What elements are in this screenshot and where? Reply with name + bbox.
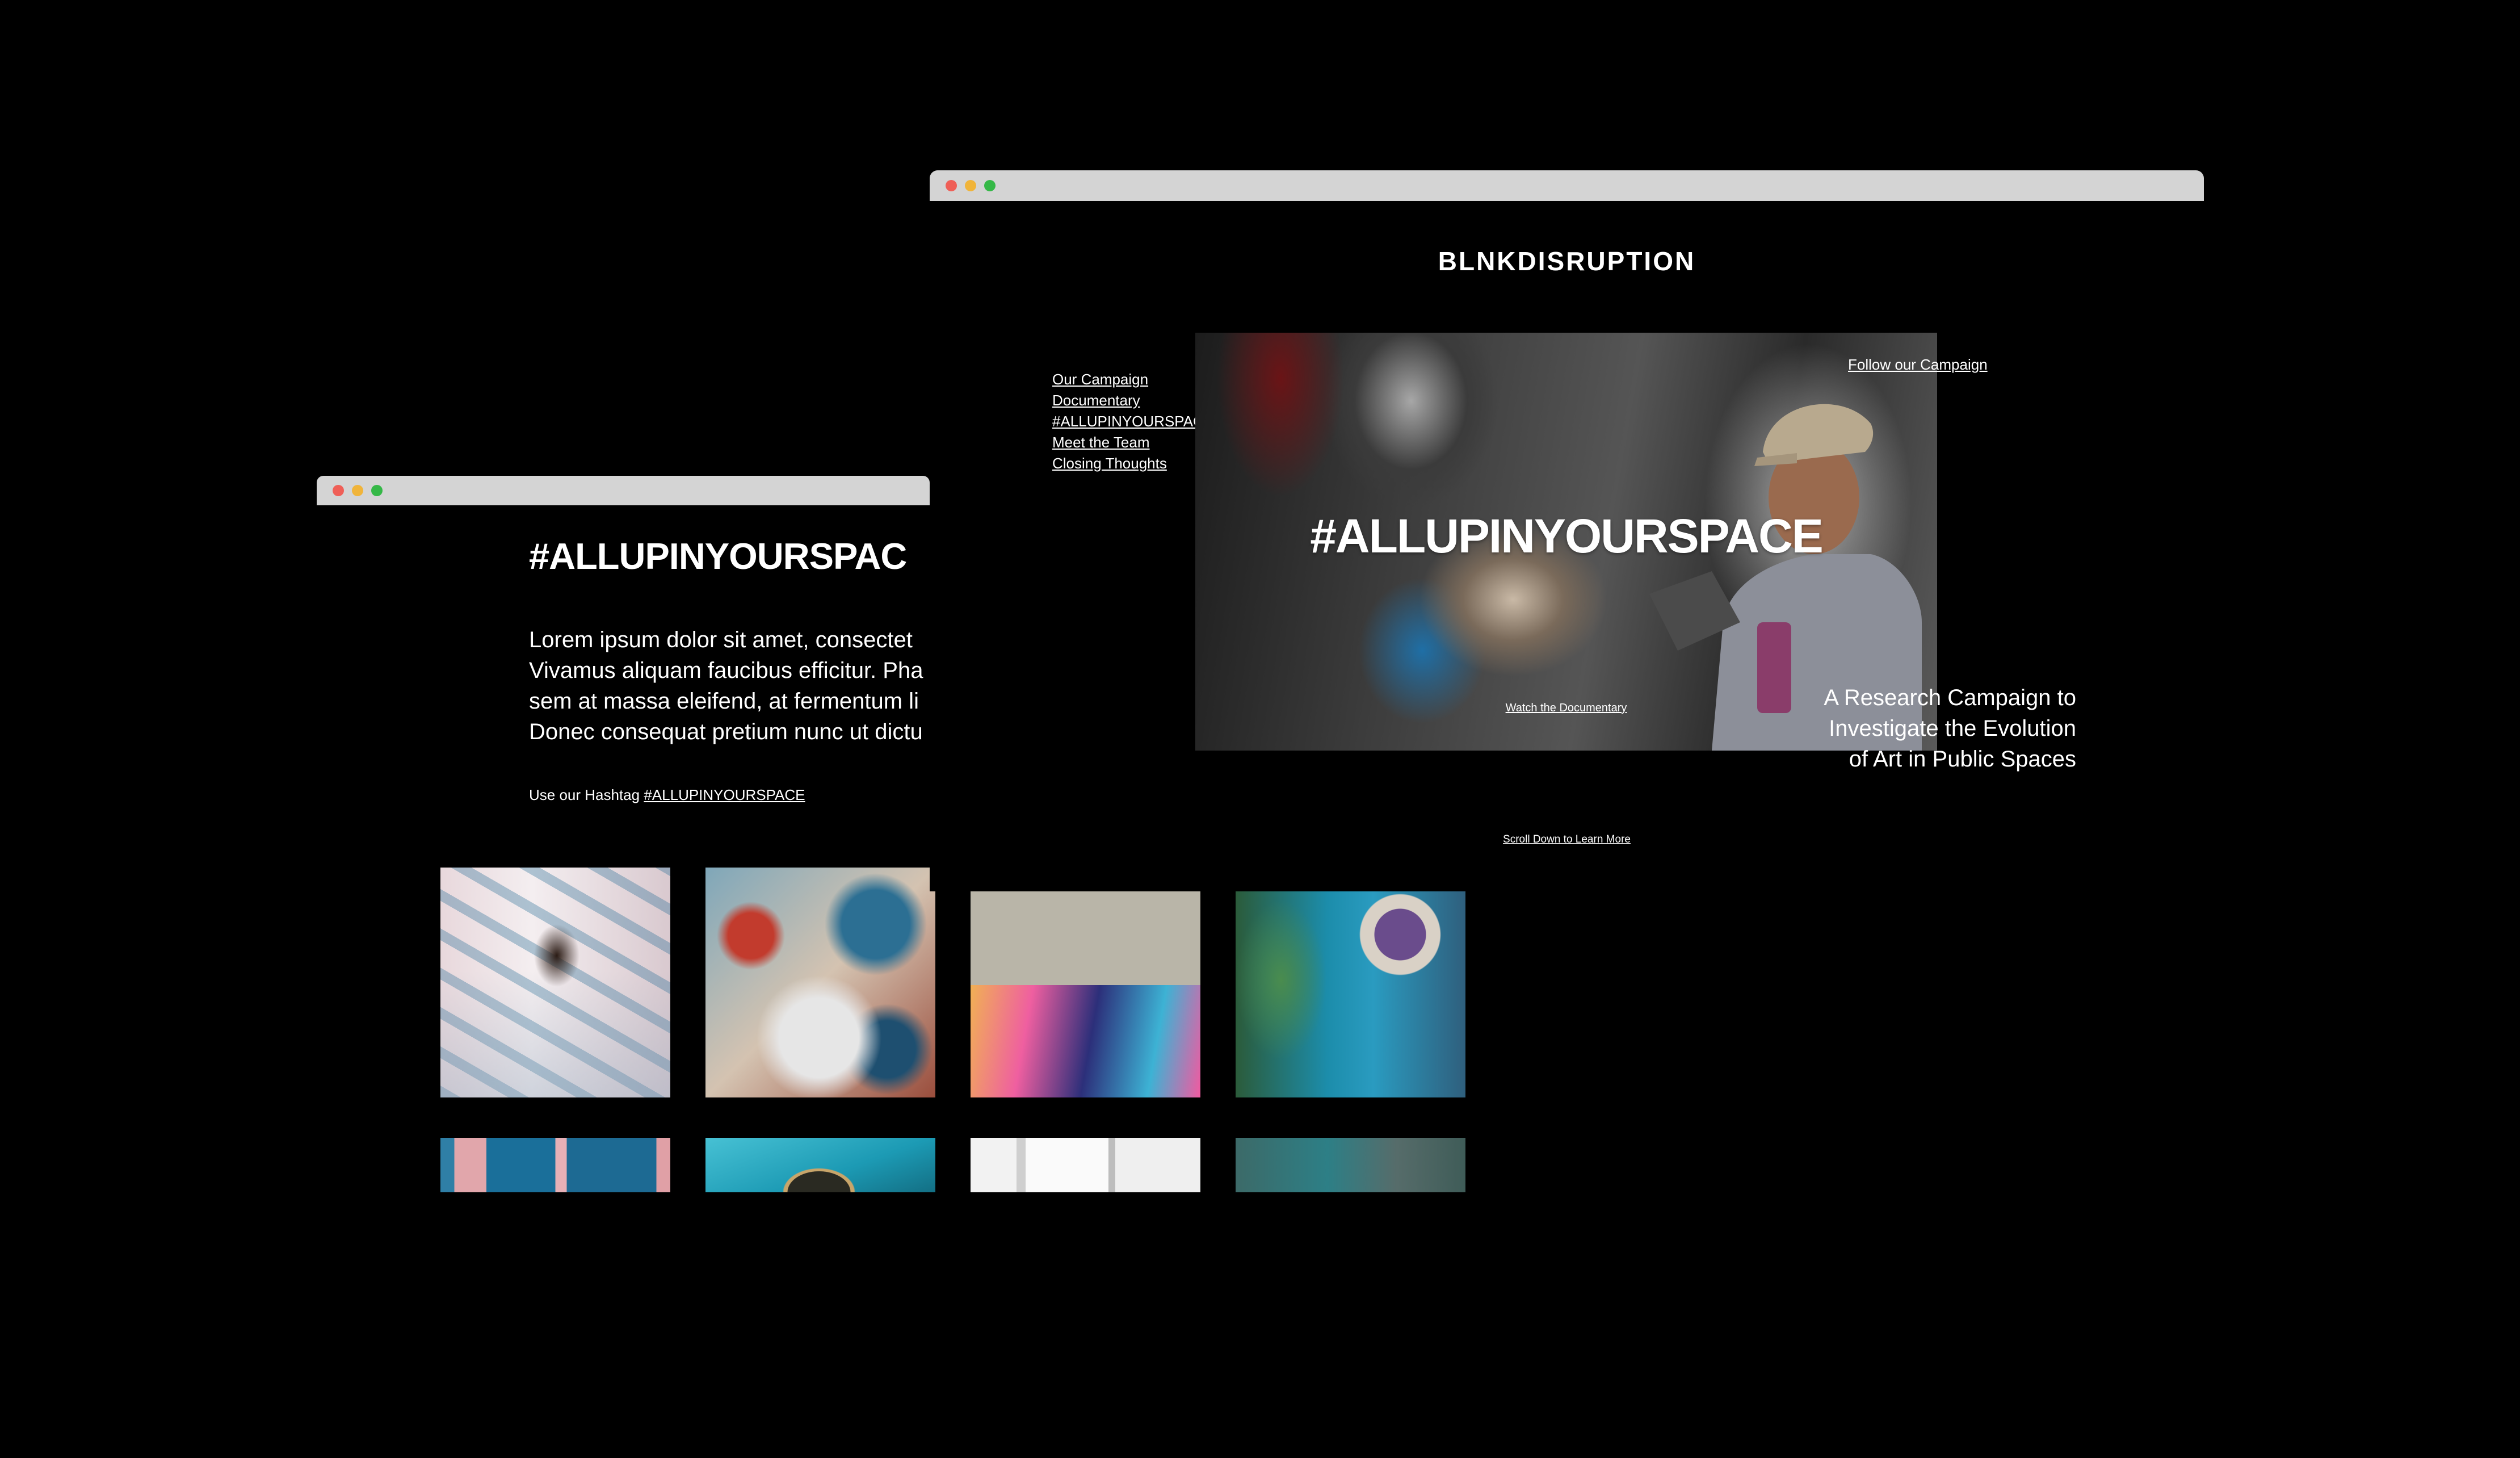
nav-item-documentary[interactable]: Documentary — [1052, 390, 1213, 411]
tagline-line: of Art in Public Spaces — [1849, 747, 2076, 772]
intro-line: sem at massa eleifend, at fermentum li — [529, 689, 919, 714]
follow-campaign-link[interactable]: Follow our Campaign — [1848, 356, 1988, 374]
main-nav: Our Campaign Documentary #ALLUPINYOURSPA… — [1052, 369, 1213, 474]
close-window-dot[interactable] — [946, 180, 957, 191]
maximize-window-dot[interactable] — [984, 180, 996, 191]
gallery-photo[interactable] — [1236, 1138, 1465, 1192]
campaign-tagline: A Research Campaign to Investigate the E… — [1824, 682, 2076, 774]
hashtag-cta: Use our Hashtag #ALLUPINYOURSPACE — [529, 786, 805, 804]
gallery-photo[interactable] — [971, 1138, 1200, 1192]
gallery-photo[interactable] — [1236, 889, 1465, 1097]
tagline-line: Investigate the Evolution — [1829, 716, 2076, 741]
gallery-photo[interactable] — [440, 1138, 670, 1192]
intro-line: Donec consequat pretium nunc ut dictu — [529, 719, 923, 744]
close-window-dot[interactable] — [333, 485, 344, 496]
intro-paragraph: Lorem ipsum dolor sit amet, consectet Vi… — [529, 625, 930, 747]
nav-item-closing-thoughts[interactable]: Closing Thoughts — [1052, 453, 1213, 474]
nav-item-hashtag[interactable]: #ALLUPINYOURSPACE — [1052, 411, 1213, 432]
maximize-window-dot[interactable] — [371, 485, 383, 496]
minimize-window-dot[interactable] — [352, 485, 363, 496]
gallery-photo[interactable] — [705, 1138, 935, 1192]
back-window-titlebar — [317, 476, 930, 505]
hero-title: #ALLUPINYOURSPACE — [1310, 509, 1824, 563]
nav-item-our-campaign[interactable]: Our Campaign — [1052, 369, 1213, 390]
gallery-photo[interactable] — [705, 868, 935, 1097]
intro-line: Lorem ipsum dolor sit amet, consectet — [529, 627, 913, 652]
front-window-titlebar — [930, 170, 2204, 201]
minimize-window-dot[interactable] — [965, 180, 976, 191]
intro-line: Vivamus aliquam faucibus efficitur. Pha — [529, 658, 923, 683]
nav-item-meet-the-team[interactable]: Meet the Team — [1052, 432, 1213, 453]
hashtag-link[interactable]: #ALLUPINYOURSPACE — [644, 786, 805, 803]
gallery-photo[interactable] — [440, 868, 670, 1097]
hashtag-cta-label: Use our Hashtag — [529, 786, 640, 803]
tagline-line: A Research Campaign to — [1824, 685, 2076, 710]
hashtag-heading: #ALLUPINYOURSPAC — [529, 535, 907, 577]
scroll-down-link[interactable]: Scroll Down to Learn More — [930, 833, 2204, 846]
brand-logo[interactable]: BLNKDISRUPTION — [930, 246, 2204, 276]
gallery-photo[interactable] — [971, 889, 1200, 1097]
front-browser-window: BLNKDISRUPTION Our Campaign Documentary … — [930, 170, 2204, 891]
